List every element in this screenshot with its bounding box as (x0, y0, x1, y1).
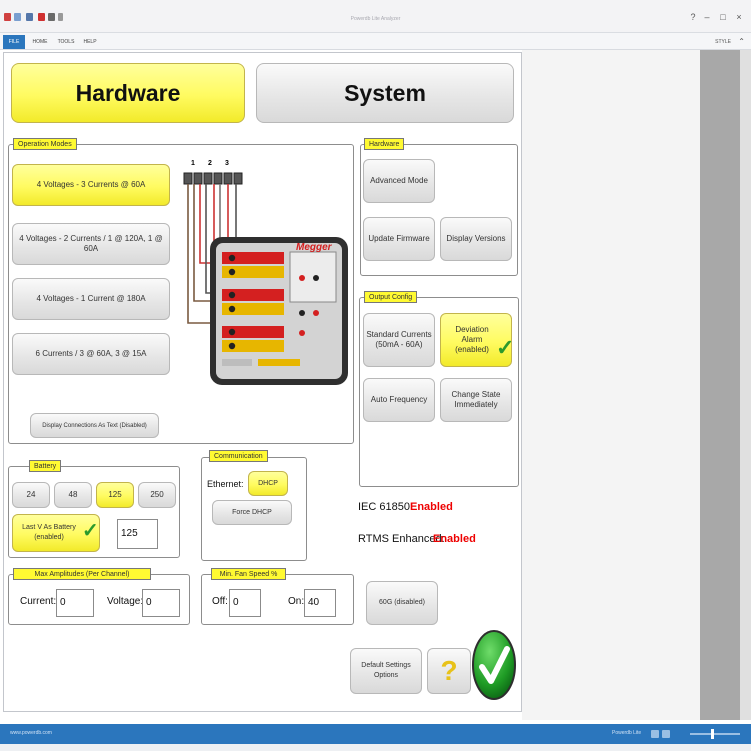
status-app-name: Powerdb Lite (612, 730, 642, 736)
checkmark-icon: ✓ (82, 520, 99, 542)
tab-help[interactable]: HELP (80, 35, 100, 49)
battery-125-button[interactable]: 125 (96, 482, 134, 508)
last-v-battery-label: Last V As Battery (enabled) (22, 524, 76, 541)
minimize-icon[interactable]: – (700, 11, 714, 23)
battery-24-button[interactable]: 24 (12, 482, 50, 508)
terminal-label: 3 (225, 160, 229, 167)
terminal-label: 2 (208, 160, 212, 167)
hardware-config-panel: Hardware System Operation Modes 4 Voltag… (3, 52, 522, 712)
battery-title: Battery (29, 460, 62, 472)
iec-61850-label: IEC 61850: (358, 501, 414, 513)
rtms-enhanced-status: Enabled (433, 533, 476, 545)
window-title: Powerdb Lite Analyzer (350, 16, 401, 22)
tab-tools[interactable]: TOOLS (54, 35, 78, 49)
terminal-label: 1 (191, 160, 195, 167)
mode-4v-3c-button[interactable]: 4 Voltages - 3 Currents @ 60A (12, 164, 170, 206)
standard-currents-button[interactable]: Standard Currents (50mA - 60A) (363, 313, 435, 367)
output-config-title: Output Config (364, 291, 418, 303)
ribbon-collapse-icon[interactable]: ⌃ (738, 35, 745, 49)
60g-button[interactable]: 60G (disabled) (366, 581, 438, 625)
maximize-icon[interactable]: □ (716, 11, 730, 23)
hardware-panel-title: Hardware (364, 138, 405, 150)
megger-test-set (210, 237, 348, 385)
change-state-button[interactable]: Change State Immediately (440, 378, 512, 422)
fan-off-label: Off: (212, 596, 228, 607)
right-pane (522, 50, 700, 720)
zoom-slider[interactable] (690, 733, 740, 735)
zoom-slider-thumb[interactable] (711, 729, 714, 739)
connection-diagram: 1 2 3 Megger (183, 160, 348, 385)
battery-48-button[interactable]: 48 (54, 482, 92, 508)
view-icon[interactable] (651, 730, 659, 738)
system-tab-button[interactable]: System (256, 63, 514, 123)
operation-modes-title: Operation Modes (13, 138, 77, 150)
dhcp-button[interactable]: DHCP (248, 471, 288, 496)
megger-logo: Megger (296, 242, 333, 253)
style-menu[interactable]: STYLE (715, 35, 731, 49)
view-icon[interactable] (662, 730, 670, 738)
deviation-alarm-label: Deviation Alarm (enabled) (455, 325, 489, 354)
fan-off-input[interactable]: 0 (229, 589, 261, 617)
tab-file[interactable]: FILE (3, 35, 25, 49)
terminal-block (183, 172, 243, 185)
max-amplitudes-title: Max Amplitudes (Per Channel) (13, 568, 151, 580)
iec-61850-status: Enabled (410, 501, 453, 513)
fan-on-label: On: (288, 596, 305, 607)
help-button[interactable]: ? (427, 648, 471, 694)
communication-title: Communication (209, 450, 268, 462)
current-label: Current: (20, 596, 57, 607)
update-firmware-button[interactable]: Update Firmware (363, 217, 435, 261)
ribbon: FILE HOME TOOLS HELP STYLE ⌃ (0, 33, 751, 50)
status-url: www.powerdb.com (10, 730, 52, 736)
battery-voltage-input[interactable]: 125 (117, 519, 158, 549)
auto-frequency-button[interactable]: Auto Frequency (363, 378, 435, 422)
max-voltage-input[interactable]: 0 (142, 589, 180, 617)
mode-4v-1c-button[interactable]: 4 Voltages - 1 Current @ 180A (12, 278, 170, 320)
checkmark-icon: ✓ (496, 335, 515, 360)
bottom-strip (0, 744, 751, 751)
fan-speed-title: Min. Fan Speed % (211, 568, 286, 580)
title-bar: Powerdb Lite Analyzer ? – □ × (0, 0, 751, 33)
advanced-mode-button[interactable]: Advanced Mode (363, 159, 435, 203)
display-connections-button[interactable]: Display Connections As Text (Disabled) (30, 413, 159, 438)
mode-6c-button[interactable]: 6 Currents / 3 @ 60A, 3 @ 15A (12, 333, 170, 375)
scroll-strip (740, 50, 751, 720)
status-bar: www.powerdb.com Powerdb Lite (0, 724, 751, 744)
max-current-input[interactable]: 0 (56, 589, 94, 617)
accept-checkmark-button[interactable] (472, 629, 516, 701)
fan-on-input[interactable]: 40 (304, 589, 336, 617)
hardware-tab-button[interactable]: Hardware (11, 63, 245, 123)
default-settings-button[interactable]: Default Settings Options (350, 648, 422, 694)
help-icon: ? (440, 655, 458, 686)
force-dhcp-button[interactable]: Force DHCP (212, 500, 292, 525)
help-icon[interactable]: ? (686, 11, 700, 23)
close-icon[interactable]: × (732, 11, 746, 23)
battery-250-button[interactable]: 250 (138, 482, 176, 508)
voltage-label: Voltage: (107, 596, 144, 607)
tab-home[interactable]: HOME (28, 35, 52, 49)
display-versions-button[interactable]: Display Versions (440, 217, 512, 261)
rtms-enhanced-label: RTMS Enhanced: (358, 533, 445, 545)
vertical-scrollbar[interactable] (700, 50, 740, 720)
ethernet-label: Ethernet: (207, 479, 244, 489)
mode-4v-2c-button[interactable]: 4 Voltages - 2 Currents / 1 @ 120A, 1 @ … (12, 223, 170, 265)
